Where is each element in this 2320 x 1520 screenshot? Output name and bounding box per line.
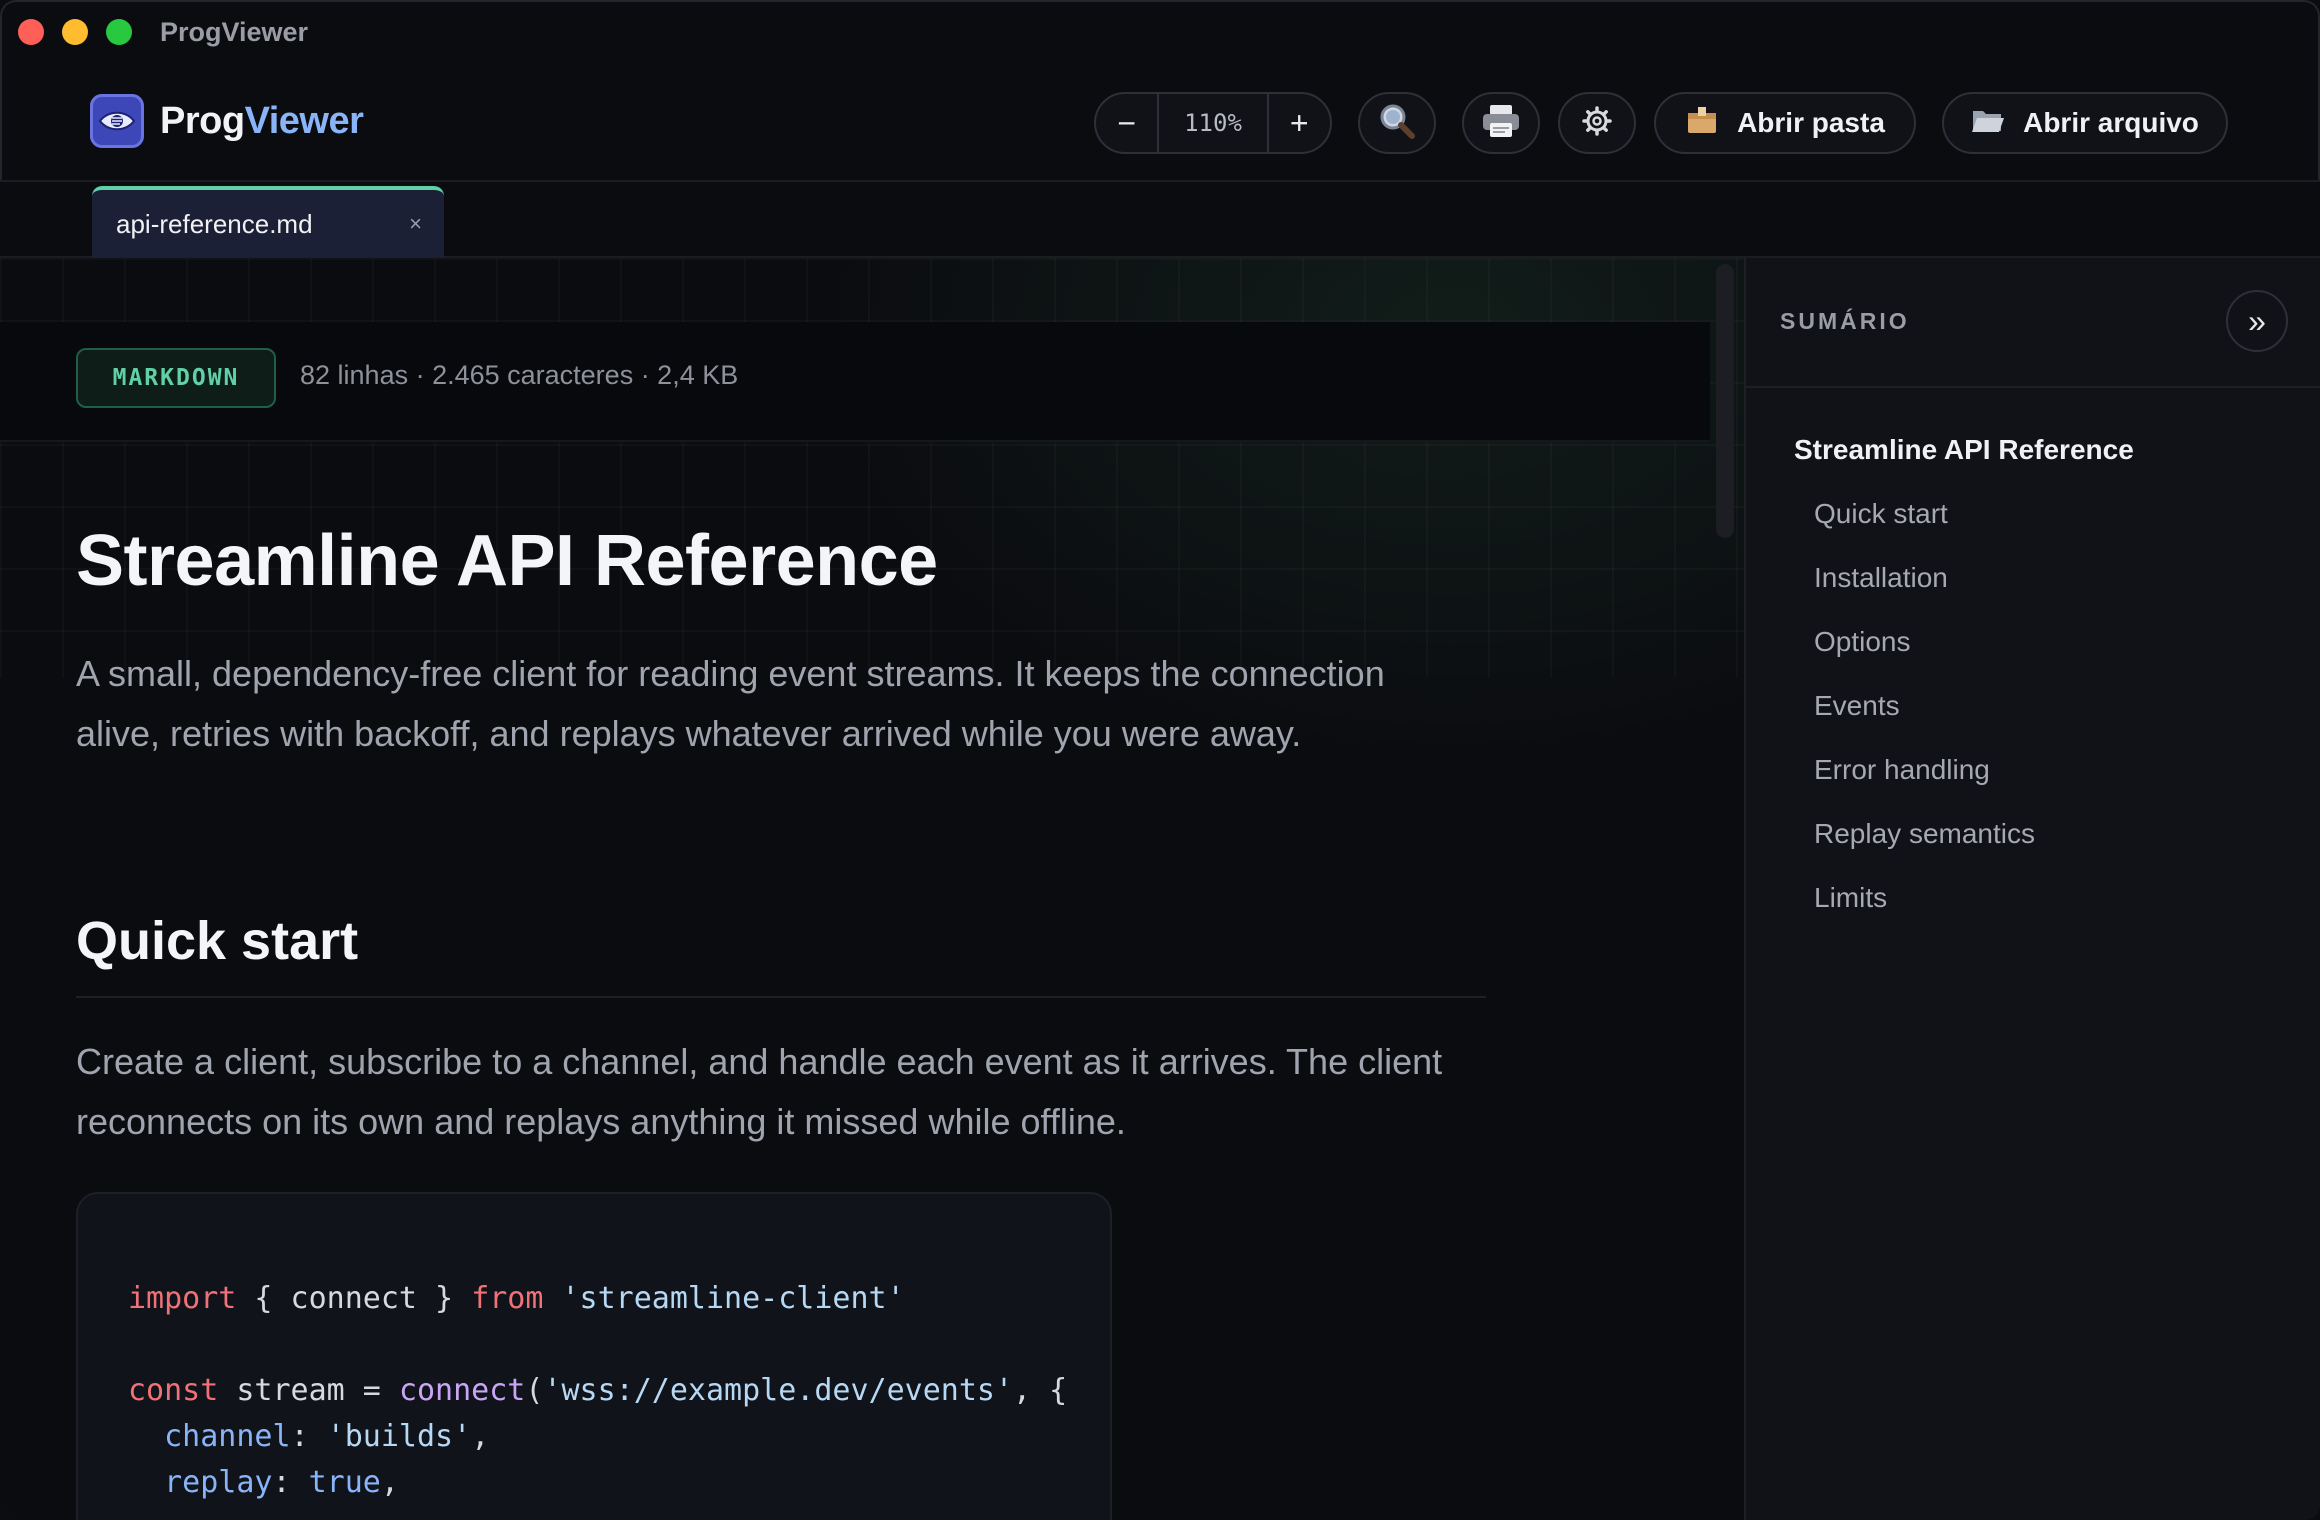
toc-item-quick-start[interactable]: Quick start [1746,482,2320,546]
print-button[interactable] [1462,92,1540,154]
code-token: from [471,1281,544,1316]
code-token: 'wss://example.dev/events' [543,1373,1014,1408]
zoom-level: 110% [1157,94,1269,152]
code-token: : [290,1419,327,1454]
document-view[interactable]: MARKDOWN 82 linhas · 2.465 caracteres · … [0,258,1744,1520]
toc-title: SUMÁRIO [1780,308,1910,334]
open-folder-button[interactable]: Abrir pasta [1654,92,1916,154]
close-window-button[interactable] [18,19,44,45]
code-token: connect [398,1373,526,1408]
app-window: ProgViewer ProgViewer − 110% + Abrir pas… [0,0,2320,1520]
document-title: Streamline API Reference [76,521,938,601]
toc-header: SUMÁRIO » [1746,258,2320,388]
open-file-button[interactable]: Abrir arquivo [1942,92,2228,154]
code-token: stream = [218,1373,399,1408]
code-token: channel [128,1419,291,1454]
printer-icon [1481,103,1521,144]
toc-item-error-handling[interactable]: Error handling [1746,738,2320,802]
toc-item-events[interactable]: Events [1746,674,2320,738]
window-controls [18,19,132,45]
tab-label: api-reference.md [116,208,313,239]
settings-button[interactable] [1558,92,1636,154]
document-scrollbar[interactable] [1716,264,1734,538]
code-token: , [380,1465,399,1500]
document-lead: A small, dependency-free client for read… [76,653,1385,754]
collapse-sidebar-button[interactable]: » [2226,290,2288,352]
zoom-out-button[interactable]: − [1096,94,1157,152]
magnifier-icon [1377,101,1417,146]
code-token: 'builds' [326,1419,472,1454]
document-stats: 82 linhas · 2.465 caracteres · 2,4 KB [300,360,739,390]
search-button[interactable] [1358,92,1436,154]
zoom-control: − 110% + [1094,92,1332,154]
code-token: , { [1013,1373,1068,1408]
zoom-in-button[interactable]: + [1269,94,1330,152]
section-heading-quick-start: Quick start [76,911,359,971]
code-token: ( [525,1373,544,1408]
open-folder-icon [1971,105,2005,142]
code-token: : [272,1465,309,1500]
brand-name-part2: Viewer [244,99,364,142]
tab-api-reference[interactable]: api-reference.md × [92,186,444,258]
open-folder-label: Abrir pasta [1737,107,1885,138]
maximize-window-button[interactable] [106,19,132,45]
file-type-badge: MARKDOWN [76,348,276,408]
document-meta-bar: MARKDOWN 82 linhas · 2.465 caracteres · … [0,322,1710,442]
code-token: import [128,1281,237,1316]
toc-item-streamline-api-reference[interactable]: Streamline API Reference [1746,418,2320,482]
toc-list: Streamline API Reference Quick start Ins… [1746,418,2320,930]
window-title: ProgViewer [160,16,309,47]
code-token: , [471,1419,490,1454]
code-token: 'streamline-client' [543,1281,905,1316]
code-block[interactable]: import { connect } from 'streamline-clie… [76,1192,1112,1520]
toc-item-installation[interactable]: Installation [1746,546,2320,610]
toc-item-options[interactable]: Options [1746,610,2320,674]
tab-strip: api-reference.md × [0,182,2320,258]
toc-item-replay-semantics[interactable]: Replay semantics [1746,802,2320,866]
folder-box-icon [1685,105,1719,142]
background-grid [0,258,1744,678]
section-paragraph: Create a client, subscribe to a channel,… [76,1041,1443,1142]
brand-name-part1: Prog [160,99,245,142]
minimize-window-button[interactable] [62,19,88,45]
gear-icon [1582,105,1612,141]
eye-logo-icon [90,94,144,148]
code-token: const [128,1373,219,1408]
code-token: { connect } [236,1281,472,1316]
toc-sidebar: SUMÁRIO » Streamline API Reference Quick… [1744,258,2320,1520]
code-token: true [308,1465,381,1500]
toc-item-limits[interactable]: Limits [1746,866,2320,930]
brand-name: ProgViewer [160,99,364,143]
code-token: replay [128,1465,273,1500]
section-divider [76,996,1486,998]
tab-close-button[interactable]: × [409,211,422,237]
toolbar: ProgViewer − 110% + Abrir pasta Abrir ar… [0,64,2320,182]
brand: ProgViewer [90,94,364,148]
title-bar: ProgViewer [0,0,2320,64]
open-file-label: Abrir arquivo [2023,107,2199,138]
